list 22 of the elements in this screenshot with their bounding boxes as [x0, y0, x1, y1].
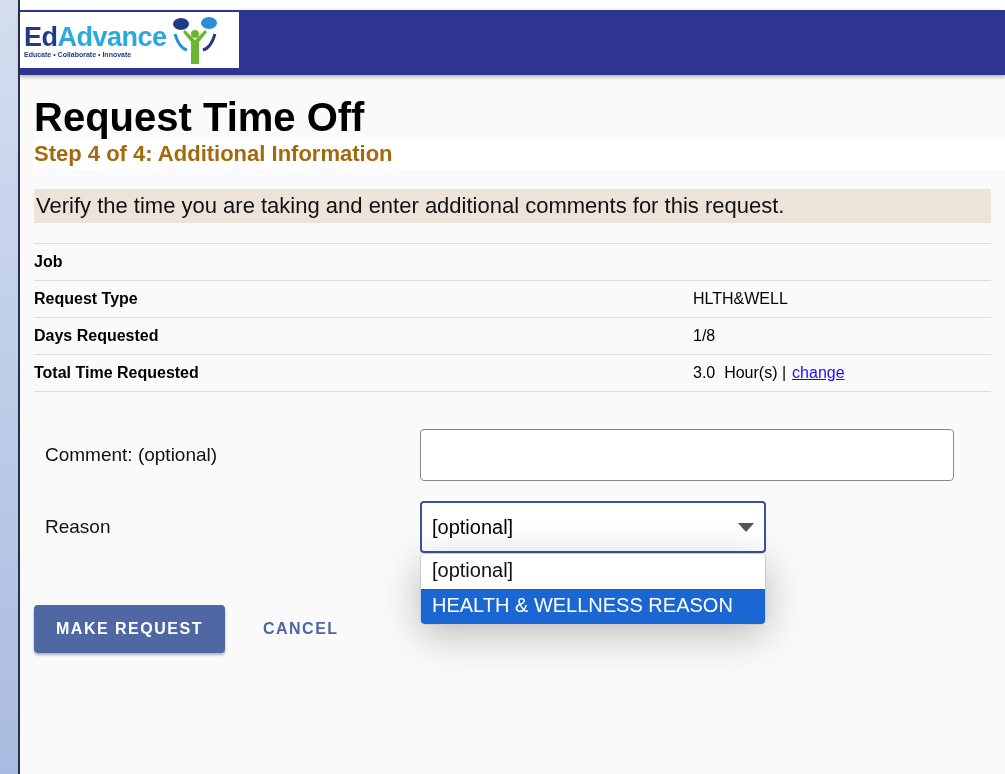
- cancel-button[interactable]: CANCEL: [262, 605, 339, 653]
- comment-field[interactable]: [420, 429, 954, 481]
- reason-label: Reason: [45, 516, 112, 538]
- row-label: Days Requested: [34, 327, 160, 345]
- logo-text: EdAdvance: [24, 21, 167, 52]
- people-logo-icon: [170, 14, 219, 66]
- change-link[interactable]: change: [792, 364, 845, 381]
- reason-dropdown[interactable]: [optional]: [420, 501, 766, 553]
- row-value: 3.0 Hour(s) |: [693, 364, 787, 381]
- instructions-banner: Verify the time you are taking and enter additional comments for this request.: [34, 189, 991, 223]
- row-label: Job: [34, 253, 64, 271]
- comment-label: Comment: (optional): [45, 444, 219, 466]
- make-request-button[interactable]: MAKE REQUEST: [34, 605, 225, 653]
- step-subtitle: Step 4 of 4: Additional Information: [34, 139, 1005, 169]
- dropdown-option[interactable]: HEALTH & WELLNESS REASON: [421, 589, 765, 624]
- page-title: Request Time Off: [34, 95, 366, 139]
- dropdown-option[interactable]: [optional]: [421, 554, 765, 589]
- caret-icon: [738, 522, 754, 532]
- row-label: Total Time Requested: [34, 364, 200, 382]
- row-value: HLTH&WELL: [693, 290, 788, 307]
- row-value: 1/8: [693, 327, 716, 344]
- row-label: Request Type: [34, 290, 139, 308]
